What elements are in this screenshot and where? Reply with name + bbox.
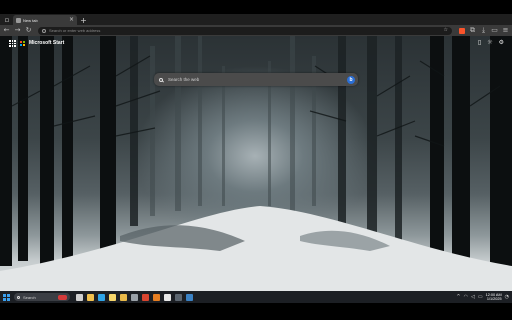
battery-icon[interactable]: ▭: [478, 294, 483, 300]
search-icon: [42, 28, 46, 33]
file-explorer-icon[interactable]: [87, 293, 94, 301]
app-launcher-icon[interactable]: [9, 40, 16, 47]
app-gray-icon[interactable]: [131, 293, 138, 301]
tab-favicon-icon: [16, 17, 21, 23]
app-red-icon[interactable]: [142, 293, 149, 301]
puzzle-icon[interactable]: ⧉: [468, 26, 477, 35]
header-actions: ▯ ☼ ⚙: [478, 40, 504, 46]
search-icon: [17, 295, 20, 299]
download-icon[interactable]: ⤓: [479, 26, 488, 35]
browser-toolbar: ← → ↻ Search or enter web address ☆ ⧉ ⤓ …: [0, 25, 512, 36]
close-icon[interactable]: ×: [69, 17, 74, 23]
bing-icon[interactable]: b: [347, 75, 355, 84]
pinned-apps: [76, 293, 193, 301]
windows-start-icon[interactable]: [3, 293, 10, 301]
app-blue-icon[interactable]: [186, 293, 193, 301]
app-dark-icon[interactable]: [175, 293, 182, 301]
new-tab-page: Microsoft Start ▯ ☼ ⚙ Search the web b: [0, 36, 512, 291]
task-view-icon[interactable]: [76, 293, 83, 301]
chevron-up-icon[interactable]: ^: [456, 294, 460, 300]
clock-date: 1/1/2025: [486, 297, 502, 301]
notification-bell-icon[interactable]: ◔: [505, 294, 509, 300]
wallet-icon[interactable]: ▭: [490, 26, 499, 35]
speaker-icon[interactable]: ◁: [471, 294, 475, 300]
notes-icon[interactable]: [109, 293, 116, 301]
reload-icon[interactable]: ↻: [24, 26, 33, 35]
address-actions: ☆: [444, 28, 448, 33]
light-bulb-icon[interactable]: ☼: [487, 40, 492, 46]
address-bar[interactable]: Search or enter web address ☆: [38, 26, 452, 35]
arrow-right-icon[interactable]: →: [13, 26, 22, 35]
brand-title: Microsoft Start: [29, 40, 65, 47]
folder-icon[interactable]: [120, 293, 127, 301]
screen: ▫ New tab × + ← → ↻ Search or enter web …: [0, 0, 512, 320]
new-tab-button[interactable]: +: [79, 16, 88, 25]
star-icon[interactable]: ☆: [444, 28, 448, 33]
edge-icon[interactable]: [98, 293, 105, 301]
app-white-icon[interactable]: [164, 293, 171, 301]
web-search-box[interactable]: Search the web b: [154, 73, 358, 86]
brave-shield-icon[interactable]: [457, 26, 466, 35]
arrow-left-icon[interactable]: ←: [2, 26, 11, 35]
system-tray: ^ ◠ ◁ ▭ 12:00 AM 1/1/2025 ◔: [456, 293, 512, 301]
brand-header: Microsoft Start: [9, 40, 64, 47]
search-icon: [159, 77, 163, 82]
tab-actions-icon[interactable]: ▫: [2, 15, 12, 25]
phone-icon[interactable]: ▯: [478, 40, 481, 46]
web-search-placeholder: Search the web: [168, 77, 200, 82]
settings-icon[interactable]: ⚙: [499, 40, 504, 46]
wifi-icon[interactable]: ◠: [464, 294, 468, 300]
microsoft-logo-icon: [19, 40, 25, 46]
tab-bar: ▫ New tab × +: [0, 14, 512, 25]
taskbar: Search ^ ◠ ◁ ▭ 12:00 AM 1/1/2025 ◔: [0, 291, 512, 303]
app-orange-icon[interactable]: [153, 293, 160, 301]
clock[interactable]: 12:00 AM 1/1/2025: [486, 293, 502, 301]
tab-new-tab[interactable]: New tab ×: [13, 15, 77, 25]
taskbar-search-placeholder: Search: [23, 294, 36, 300]
address-placeholder: Search or enter web address: [49, 28, 101, 33]
tab-title: New tab: [23, 17, 38, 23]
search-highlight-icon: [58, 294, 67, 300]
menu-icon[interactable]: ≡: [501, 26, 510, 35]
taskbar-search[interactable]: Search: [14, 293, 70, 301]
